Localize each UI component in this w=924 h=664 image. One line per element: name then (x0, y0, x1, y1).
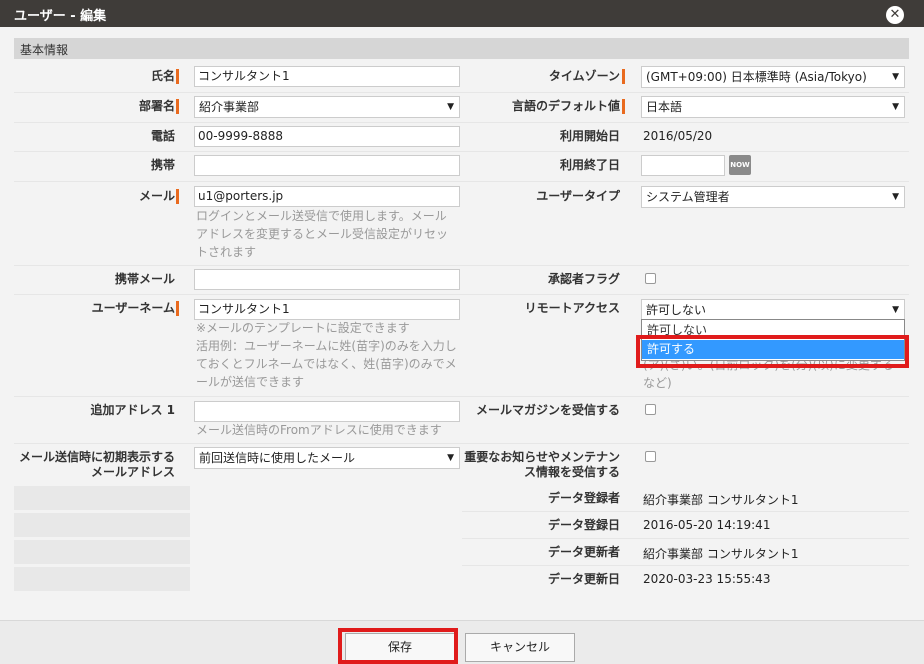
end-date-label: 利用終了日 (559, 158, 620, 172)
updated-at-value: 2020-03-23 15:55:43 (643, 572, 771, 586)
user-type-label: ユーザータイプ (536, 189, 620, 203)
required-marker (622, 69, 625, 84)
remote-access-select[interactable]: 許可しない ▼ (641, 299, 905, 321)
empty-cell (14, 513, 190, 537)
required-marker (176, 69, 179, 84)
section-title: 基本情報 (20, 43, 69, 57)
additional-address-label: 追加アドレス 1 (90, 403, 175, 417)
department-select[interactable]: 紹介事業部 ▼ (194, 96, 460, 118)
mail-magazine-checkbox[interactable] (645, 404, 656, 415)
username-input[interactable]: コンサルタント1 (194, 299, 460, 320)
cancel-button[interactable]: キャンセル (465, 633, 575, 662)
user-type-select[interactable]: システム管理者 ▼ (641, 186, 905, 208)
empty-cell (14, 540, 190, 564)
chevron-down-icon: ▼ (892, 192, 899, 202)
approver-flag-label: 承認者フラグ (547, 272, 620, 286)
required-marker (622, 99, 625, 114)
remote-access-value: 許可しない (646, 303, 707, 317)
highlight-allow-option (636, 335, 909, 368)
mobile-input[interactable] (194, 155, 460, 176)
department-value: 紹介事業部 (199, 100, 260, 114)
username-hint: ※メールのテンプレートに設定できます 活用例：ユーザーネームに姓(苗字)のみを入力… (196, 321, 457, 389)
required-marker (176, 301, 179, 316)
email-label: メール (138, 189, 175, 203)
chevron-down-icon: ▼ (447, 453, 454, 463)
important-notice-checkbox[interactable] (645, 451, 656, 462)
phone-input[interactable]: 00-9999-8888 (194, 126, 460, 147)
empty-cell (14, 567, 190, 591)
updated-by-value: 紹介事業部 コンサルタント1 (643, 547, 799, 561)
row-separator (14, 122, 909, 123)
remote-access-label: リモートアクセス (524, 301, 620, 315)
chevron-down-icon: ▼ (892, 102, 899, 112)
end-date-input[interactable] (641, 155, 725, 176)
language-select[interactable]: 日本語 ▼ (641, 96, 905, 118)
now-button[interactable]: NOW (729, 155, 751, 175)
required-marker (176, 99, 179, 114)
created-at-value: 2016-05-20 14:19:41 (643, 518, 771, 532)
name-label: 氏名 (150, 69, 175, 83)
row-separator (14, 265, 909, 266)
timezone-label: タイムゾーン (548, 69, 620, 83)
mobile-mail-input[interactable] (194, 269, 460, 290)
default-mail-select[interactable]: 前回送信時に使用したメール ▼ (194, 447, 460, 469)
name-input[interactable]: コンサルタント1 (194, 66, 460, 87)
updated-at-label: データ更新日 (547, 572, 620, 586)
row-separator (462, 538, 909, 539)
chevron-down-icon: ▼ (892, 72, 899, 82)
default-mail-label: メール送信時に初期表示する メールアドレス (18, 450, 175, 479)
email-input[interactable]: u1@porters.jp (194, 186, 460, 207)
highlight-save-button (338, 628, 458, 664)
dialog-title: ユーザー - 編集 (14, 9, 107, 24)
row-separator (14, 294, 909, 295)
mail-magazine-label: メールマガジンを受信する (475, 403, 620, 417)
chevron-down-icon: ▼ (447, 102, 454, 112)
additional-address-input[interactable] (194, 401, 460, 422)
department-label: 部署名 (138, 99, 175, 113)
start-date-label: 利用開始日 (559, 129, 620, 143)
username-label: ユーザーネーム (91, 301, 175, 315)
timezone-value: (GMT+09:00) 日本標準時 (Asia/Tokyo) (646, 70, 867, 84)
user-type-value: システム管理者 (646, 190, 730, 204)
row-separator (14, 92, 909, 93)
language-value: 日本語 (646, 100, 683, 114)
row-separator (14, 181, 909, 182)
row-separator (462, 511, 909, 512)
language-label: 言語のデフォルト値 (511, 99, 620, 113)
mobile-label: 携帯 (150, 158, 175, 172)
created-by-value: 紹介事業部 コンサルタント1 (643, 493, 799, 507)
row-separator (462, 565, 909, 566)
close-icon[interactable]: ✕ (886, 6, 904, 24)
additional-address-hint: メール送信時のFromアドレスに使用できます (196, 423, 442, 437)
row-separator (14, 396, 909, 397)
updated-by-label: データ更新者 (547, 545, 620, 559)
timezone-select[interactable]: (GMT+09:00) 日本標準時 (Asia/Tokyo) ▼ (641, 66, 905, 88)
mobile-mail-label: 携帯メール (114, 272, 175, 286)
approver-flag-checkbox[interactable] (645, 273, 656, 284)
row-separator (14, 443, 909, 444)
dialog-footer (0, 620, 924, 664)
phone-label: 電話 (150, 129, 175, 143)
section-header: 基本情報 (14, 38, 909, 59)
required-marker (176, 189, 179, 204)
chevron-down-icon: ▼ (892, 305, 899, 315)
important-notice-label: 重要なお知らせやメンテナン ス情報を受信する (464, 450, 620, 479)
empty-cell (14, 486, 190, 510)
created-at-label: データ登録日 (547, 518, 620, 532)
default-mail-value: 前回送信時に使用したメール (199, 451, 356, 465)
email-hint: ログインとメール送受信で使用します。メール アドレスを変更するとメール受信設定がリ… (196, 209, 449, 259)
created-by-label: データ登録者 (547, 491, 620, 505)
start-date-value: 2016/05/20 (643, 129, 713, 143)
dialog-titlebar: ユーザー - 編集 ✕ (0, 0, 924, 27)
row-separator (14, 151, 909, 152)
